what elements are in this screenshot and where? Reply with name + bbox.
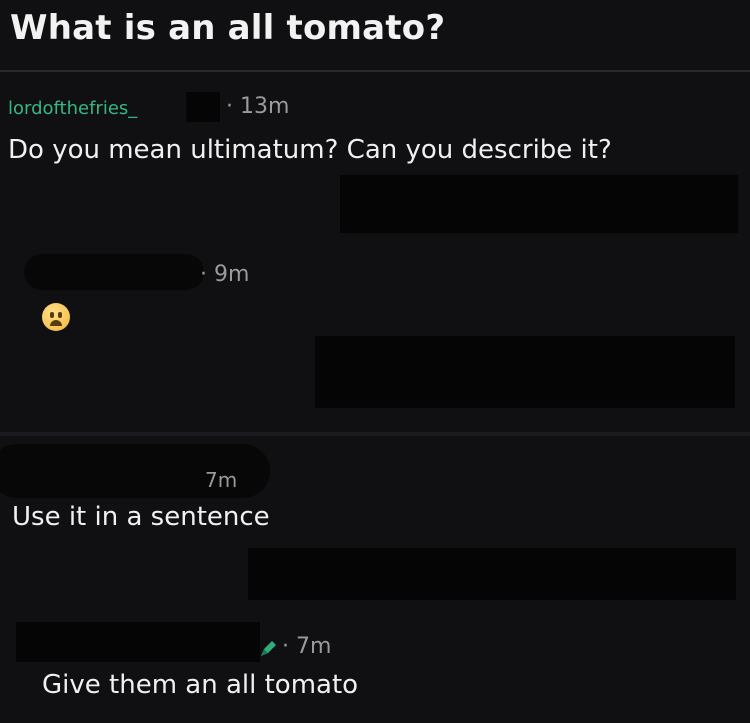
redacted-block: [340, 175, 738, 233]
comment-text: Use it in a sentence: [12, 502, 270, 532]
divider: [0, 70, 750, 72]
question-title: What is an all tomato?: [10, 8, 446, 48]
divider: [0, 432, 750, 436]
comment-time: · 13m: [226, 94, 290, 119]
redacted-username: [16, 622, 260, 662]
redacted-block: [315, 336, 735, 408]
comment-time: 7m: [205, 468, 238, 492]
redacted-block: [248, 548, 736, 600]
comment-text: Give them an all tomato: [42, 670, 359, 700]
weary-face-emoji: [42, 303, 70, 331]
comment-time: · 9m: [200, 262, 250, 287]
app-screen: What is an all tomato? lordofthefries_ ·…: [0, 0, 750, 723]
comment-time: · 7m: [282, 634, 332, 659]
comment-text: Do you mean ultimatum? Can you describe …: [8, 135, 612, 165]
pencil-icon: [261, 641, 276, 656]
comment-username[interactable]: lordofthefries_: [8, 98, 137, 119]
redacted-username-suffix: [186, 92, 220, 122]
emoji-eye: [50, 312, 54, 318]
emoji-eye: [58, 312, 62, 318]
emoji-mouth: [50, 320, 62, 326]
redacted-username: [24, 254, 204, 290]
